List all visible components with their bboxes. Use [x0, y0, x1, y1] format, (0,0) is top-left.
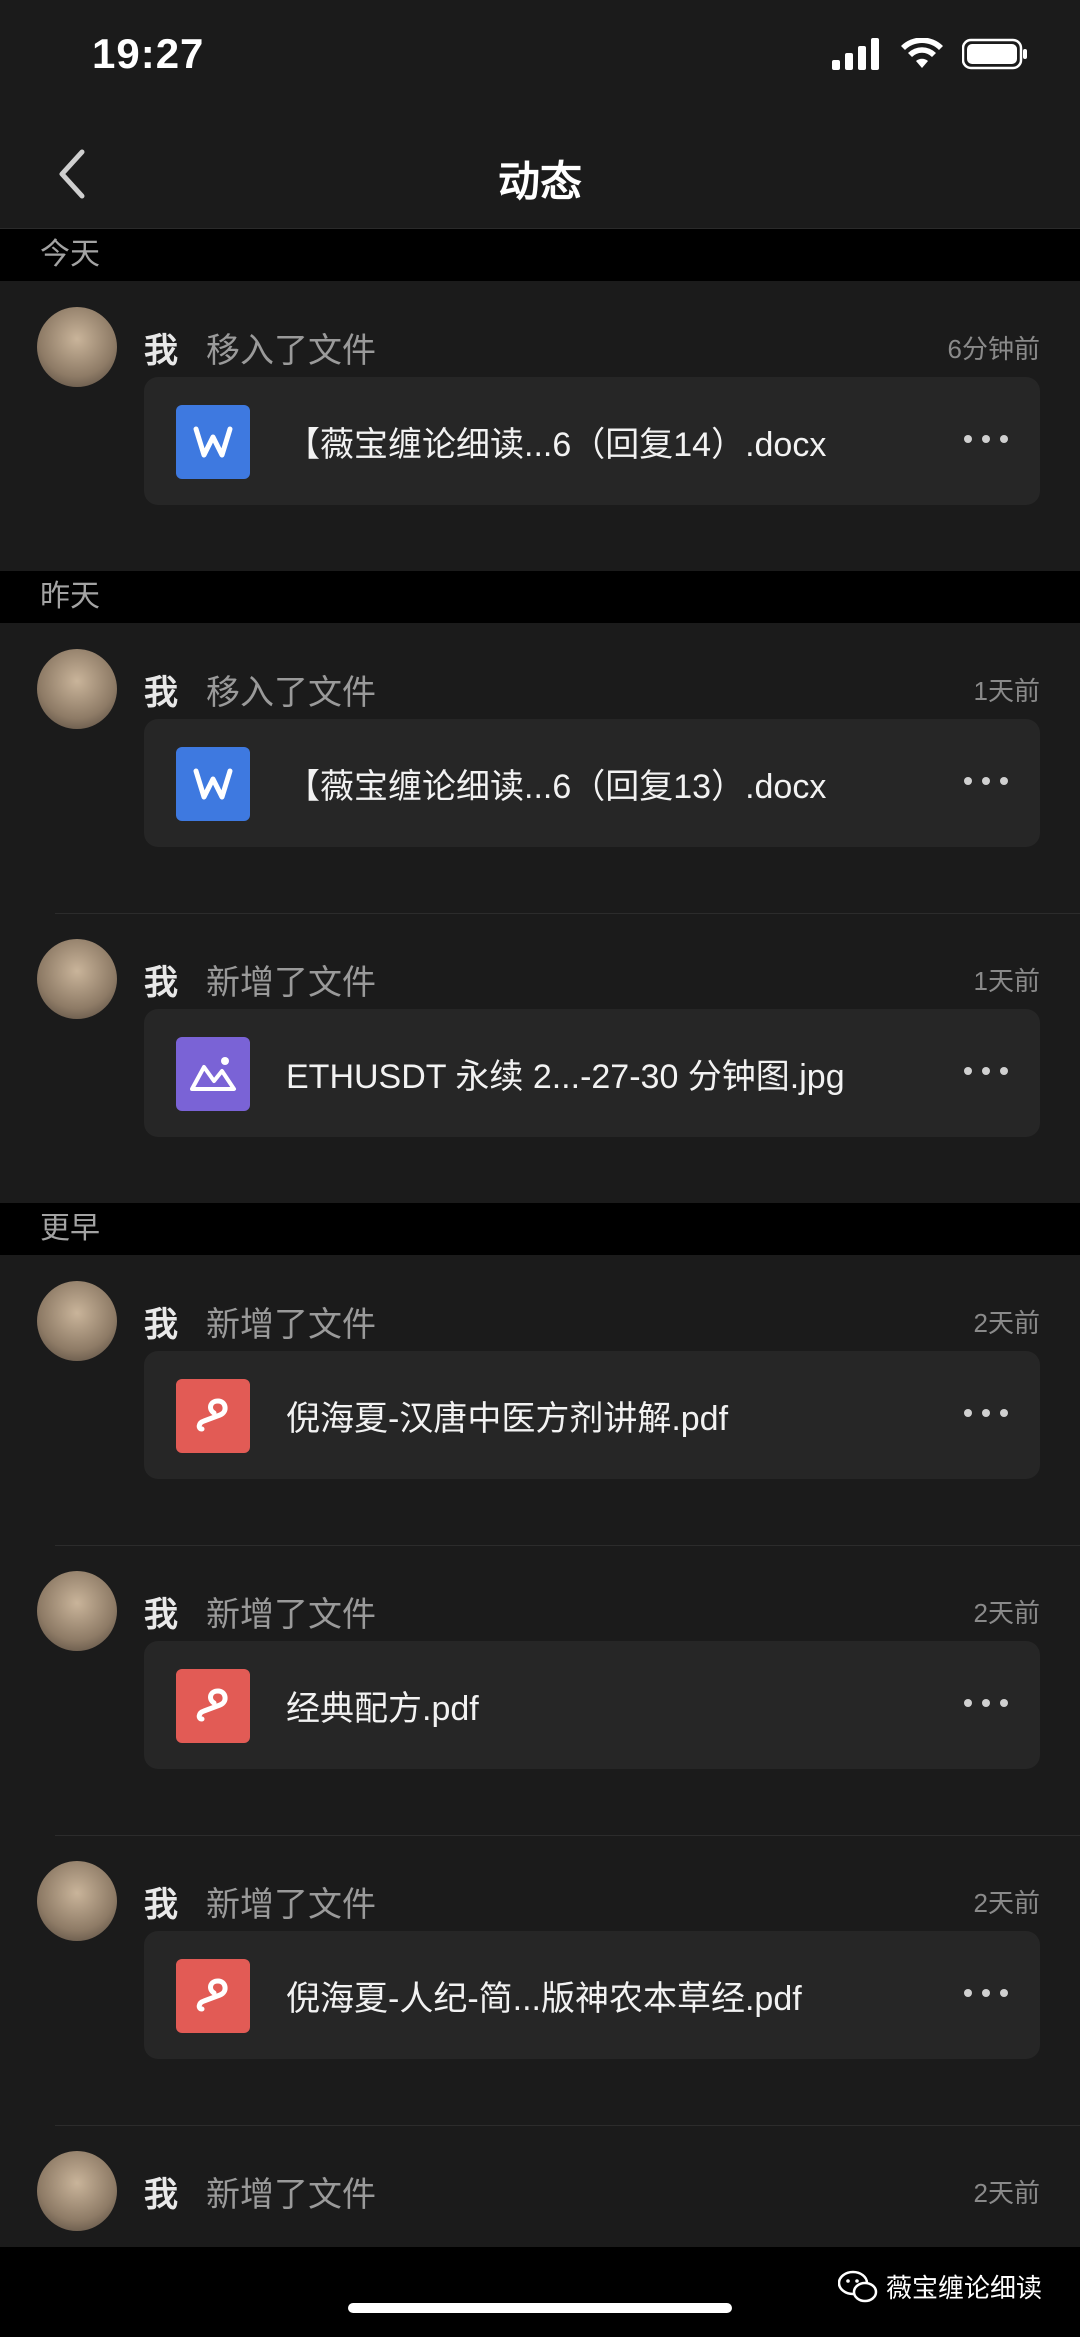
file-card[interactable]: 经典配方.pdf: [144, 1641, 1040, 1769]
user-name: 我: [144, 1306, 178, 1344]
file-name: 经典配方.pdf: [286, 1690, 479, 1728]
more-icon[interactable]: [962, 1403, 1010, 1423]
user-name: 我: [144, 332, 178, 370]
pdf-file-icon: [176, 1959, 250, 2033]
status-icons: [832, 38, 1028, 70]
watermark-text: 薇宝缠论细读: [885, 2273, 1042, 2303]
status-time: 19:27: [92, 30, 205, 77]
pdf-file-icon: [176, 1669, 250, 1743]
wifi-icon: [901, 38, 943, 68]
section-header-today: 今天: [0, 229, 1080, 281]
image-file-icon: [176, 1037, 250, 1111]
file-name: 倪海夏-人纪-简...版神农本草经.pdf: [286, 1980, 802, 2018]
more-icon[interactable]: [962, 429, 1010, 449]
list-item[interactable]: 我 移入了文件 1天前 【薇宝缠论细读...6（回复13）.docx: [0, 623, 1080, 913]
action-text: 新增了文件: [206, 1306, 376, 1344]
file-card[interactable]: 【薇宝缠论细读...6（回复14）.docx: [144, 377, 1040, 505]
timestamp: 1天前: [973, 676, 1040, 706]
divider: [55, 2125, 1080, 2126]
section-header-yesterday: 昨天: [0, 571, 1080, 623]
timestamp: 1天前: [973, 966, 1040, 996]
home-indicator[interactable]: [348, 2303, 732, 2313]
avatar: [37, 649, 117, 729]
file-card[interactable]: 倪海夏-人纪-简...版神农本草经.pdf: [144, 1931, 1040, 2059]
activity-feed: 今天 我 移入了文件 6分钟前 【薇宝缠论细读...6（回复14）.docx 昨…: [0, 229, 1080, 2271]
timestamp: 6分钟前: [947, 334, 1040, 364]
file-name: ETHUSDT 永续 2...-27-30 分钟图.jpg: [286, 1058, 845, 1096]
more-icon[interactable]: [962, 771, 1010, 791]
file-card[interactable]: ETHUSDT 永续 2...-27-30 分钟图.jpg: [144, 1009, 1040, 1137]
avatar: [37, 1861, 117, 1941]
action-text: 移入了文件: [206, 332, 376, 370]
page-title: 动态: [497, 158, 582, 205]
avatar: [37, 307, 117, 387]
action-text: 新增了文件: [206, 1596, 376, 1634]
action-text: 移入了文件: [206, 674, 376, 712]
timestamp: 2天前: [973, 2178, 1040, 2208]
avatar: [37, 1571, 117, 1651]
status-bar: 19:27: [0, 0, 1080, 120]
list-item[interactable]: 我 移入了文件 6分钟前 【薇宝缠论细读...6（回复14）.docx: [0, 281, 1080, 571]
user-name: 我: [144, 1886, 178, 1924]
user-name: 我: [144, 2176, 178, 2214]
section-header-earlier: 更早: [0, 1203, 1080, 1255]
file-name: 【薇宝缠论细读...6（回复13）.docx: [286, 768, 827, 806]
action-text: 新增了文件: [206, 964, 376, 1002]
avatar: [37, 939, 117, 1019]
divider: [55, 1835, 1080, 1836]
file-name: 【薇宝缠论细读...6（回复14）.docx: [286, 426, 827, 464]
list-item[interactable]: 我 新增了文件 2天前 经典配方.pdf: [0, 1545, 1080, 1835]
nav-bar: 动态: [0, 120, 1080, 229]
more-icon[interactable]: [962, 1983, 1010, 2003]
watermark: 薇宝缠论细读: [837, 2268, 1042, 2305]
action-text: 新增了文件: [206, 1886, 376, 1924]
timestamp: 2天前: [973, 1308, 1040, 1338]
more-icon[interactable]: [962, 1061, 1010, 1081]
user-name: 我: [144, 674, 178, 712]
list-item[interactable]: 我 新增了文件 1天前 ETHUSDT 永续 2...-27-30 分钟图.jp…: [0, 913, 1080, 1203]
file-card[interactable]: 倪海夏-汉唐中医方剂讲解.pdf: [144, 1351, 1040, 1479]
avatar: [37, 2151, 117, 2231]
timestamp: 2天前: [973, 1888, 1040, 1918]
user-name: 我: [144, 964, 178, 1002]
list-item[interactable]: 我 新增了文件 2天前 倪海夏-人纪-简...版神农本草经.pdf: [0, 1835, 1080, 2125]
file-card[interactable]: 【薇宝缠论细读...6（回复13）.docx: [144, 719, 1040, 847]
divider: [55, 1545, 1080, 1546]
word-file-icon: [176, 747, 250, 821]
more-icon[interactable]: [962, 1693, 1010, 1713]
timestamp: 2天前: [973, 1598, 1040, 1628]
user-name: 我: [144, 1596, 178, 1634]
action-text: 新增了文件: [206, 2176, 376, 2214]
file-name: 倪海夏-汉唐中医方剂讲解.pdf: [286, 1400, 729, 1438]
battery-icon: [962, 38, 1027, 70]
pdf-file-icon: [176, 1379, 250, 1453]
word-file-icon: [176, 405, 250, 479]
avatar: [37, 1281, 117, 1361]
signal-icon: [832, 38, 879, 70]
wechat-icon: [837, 2270, 878, 2302]
divider: [55, 913, 1080, 914]
list-item[interactable]: 我 新增了文件 2天前 倪海夏-汉唐中医方剂讲解.pdf: [0, 1255, 1080, 1545]
